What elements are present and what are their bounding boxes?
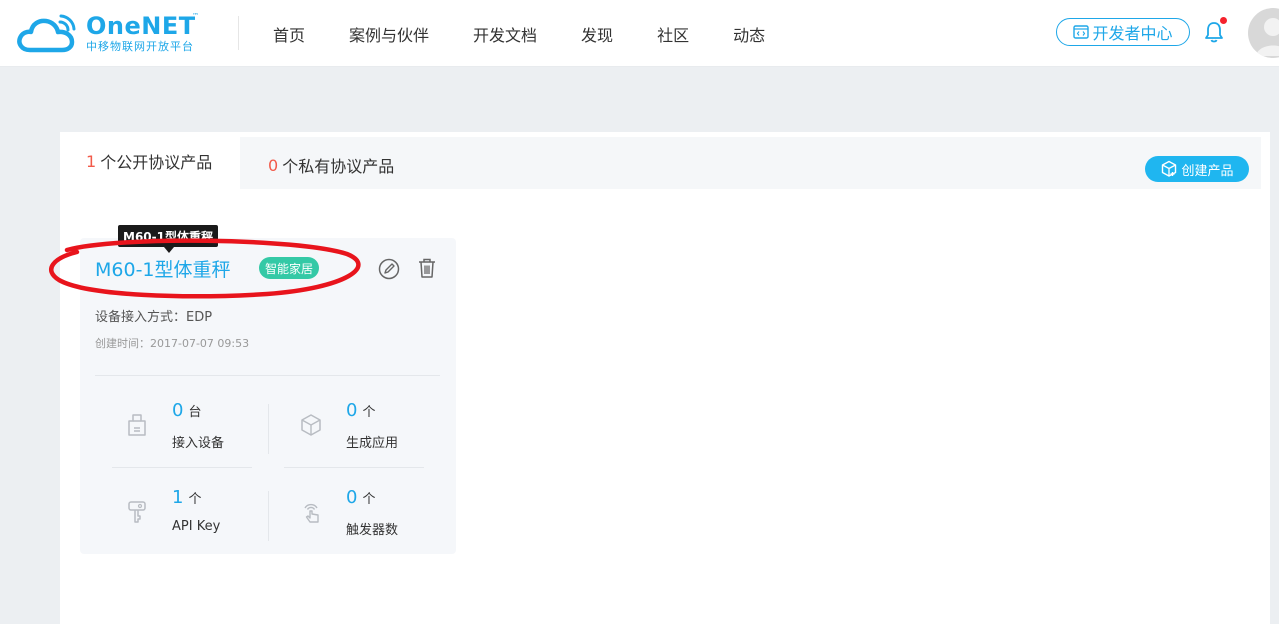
stat-triggers: 0个 触发器数 bbox=[298, 487, 458, 557]
applications-value: 0个 bbox=[346, 400, 375, 421]
nav-community[interactable]: 社区 bbox=[657, 22, 689, 46]
trigger-icon bbox=[304, 503, 319, 523]
developer-center-label: 开发者中心 bbox=[1092, 24, 1173, 43]
developer-center-button[interactable]: 开发者中心 bbox=[1056, 18, 1190, 46]
onenet-logo[interactable]: OneNET ™ 中移物联网开放平台 bbox=[16, 12, 226, 56]
triggers-unit: 个 bbox=[362, 492, 376, 507]
product-name-link[interactable]: M60-1型体重秤 bbox=[95, 255, 231, 282]
header-divider bbox=[238, 16, 239, 50]
triggers-count: 0 bbox=[346, 487, 358, 508]
devices-count: 0 bbox=[172, 400, 184, 421]
created-time: 创建时间：2017-07-07 09:53 bbox=[95, 337, 250, 350]
stats-divider-horizontal-2 bbox=[284, 467, 424, 468]
api-keys-count: 1 bbox=[172, 487, 184, 508]
tooltip-arrow bbox=[164, 247, 174, 253]
tab-private-products[interactable]: 0 个私有协议产品 bbox=[268, 137, 394, 193]
logo-subtitle: 中移物联网开放平台 bbox=[86, 40, 194, 53]
api-keys-unit: 个 bbox=[188, 492, 202, 507]
code-window-icon bbox=[1073, 25, 1090, 39]
card-separator bbox=[95, 375, 440, 376]
api-keys-label: API Key bbox=[172, 519, 221, 534]
nav-cases-partners[interactable]: 案例与伙伴 bbox=[349, 22, 429, 46]
devices-label: 接入设备 bbox=[172, 436, 225, 451]
create-product-label: 创建产品 bbox=[1181, 163, 1234, 179]
nav-news[interactable]: 动态 bbox=[733, 22, 765, 46]
devices-value: 0台 bbox=[172, 400, 201, 421]
top-header: OneNET ™ 中移物联网开放平台 首页 案例与伙伴 开发文档 发现 社区 动… bbox=[0, 0, 1279, 67]
tab-public-products[interactable]: 1 个公开协议产品 bbox=[60, 132, 240, 190]
applications-count: 0 bbox=[346, 400, 358, 421]
logo-trademark: ™ bbox=[192, 12, 199, 20]
public-count: 1 bbox=[86, 151, 97, 171]
public-tab-label: 个公开协议产品 bbox=[100, 153, 213, 172]
user-silhouette-icon bbox=[1256, 18, 1279, 56]
api-keys-value: 1个 bbox=[172, 487, 201, 508]
cube-plus-icon bbox=[1162, 160, 1177, 177]
logo-name: OneNET bbox=[86, 12, 196, 40]
nav-docs[interactable]: 开发文档 bbox=[473, 22, 537, 46]
create-product-button[interactable]: 创建产品 bbox=[1145, 156, 1249, 182]
stat-devices: 0台 接入设备 bbox=[124, 400, 284, 470]
access-method: 设备接入方式：EDP bbox=[95, 310, 213, 325]
nav-home[interactable]: 首页 bbox=[273, 22, 305, 46]
device-icon bbox=[128, 414, 146, 436]
stats-divider-vertical-2 bbox=[268, 491, 269, 541]
main-nav: 首页 案例与伙伴 开发文档 发现 社区 动态 bbox=[273, 22, 809, 46]
product-name-tooltip: M60-1型体重秤 bbox=[118, 225, 218, 247]
triggers-value: 0个 bbox=[346, 487, 375, 508]
cloud-logo-icon bbox=[17, 14, 76, 53]
triggers-label: 触发器数 bbox=[346, 523, 399, 538]
trash-icon[interactable] bbox=[417, 257, 437, 279]
category-tag: 智能家居 bbox=[259, 257, 320, 279]
devices-unit: 台 bbox=[188, 405, 202, 420]
nav-discover[interactable]: 发现 bbox=[581, 22, 613, 46]
applications-label: 生成应用 bbox=[346, 436, 399, 451]
product-tabbar: 1 个公开协议产品 0 个私有协议产品 创建产品 bbox=[60, 132, 1261, 190]
stats-divider-horizontal-1 bbox=[112, 467, 252, 468]
stat-applications: 0个 生成应用 bbox=[298, 400, 458, 470]
cube-icon bbox=[301, 414, 321, 436]
applications-unit: 个 bbox=[362, 405, 376, 420]
key-icon bbox=[128, 501, 146, 523]
stat-api-keys: 1个 API Key bbox=[124, 487, 284, 557]
product-panel: 1 个公开协议产品 0 个私有协议产品 创建产品 M60-1型体重秤 智能家居 bbox=[60, 132, 1270, 624]
private-count: 0 bbox=[268, 155, 279, 175]
user-avatar[interactable] bbox=[1248, 8, 1279, 58]
private-tab-label: 个私有协议产品 bbox=[282, 157, 395, 176]
stats-divider-vertical-1 bbox=[268, 404, 269, 454]
notification-dot bbox=[1220, 17, 1227, 24]
edit-icon[interactable] bbox=[378, 258, 400, 280]
product-card: M60-1型体重秤 智能家居 设备接入方式：EDP 创建时间：2017-07-0… bbox=[80, 238, 456, 554]
